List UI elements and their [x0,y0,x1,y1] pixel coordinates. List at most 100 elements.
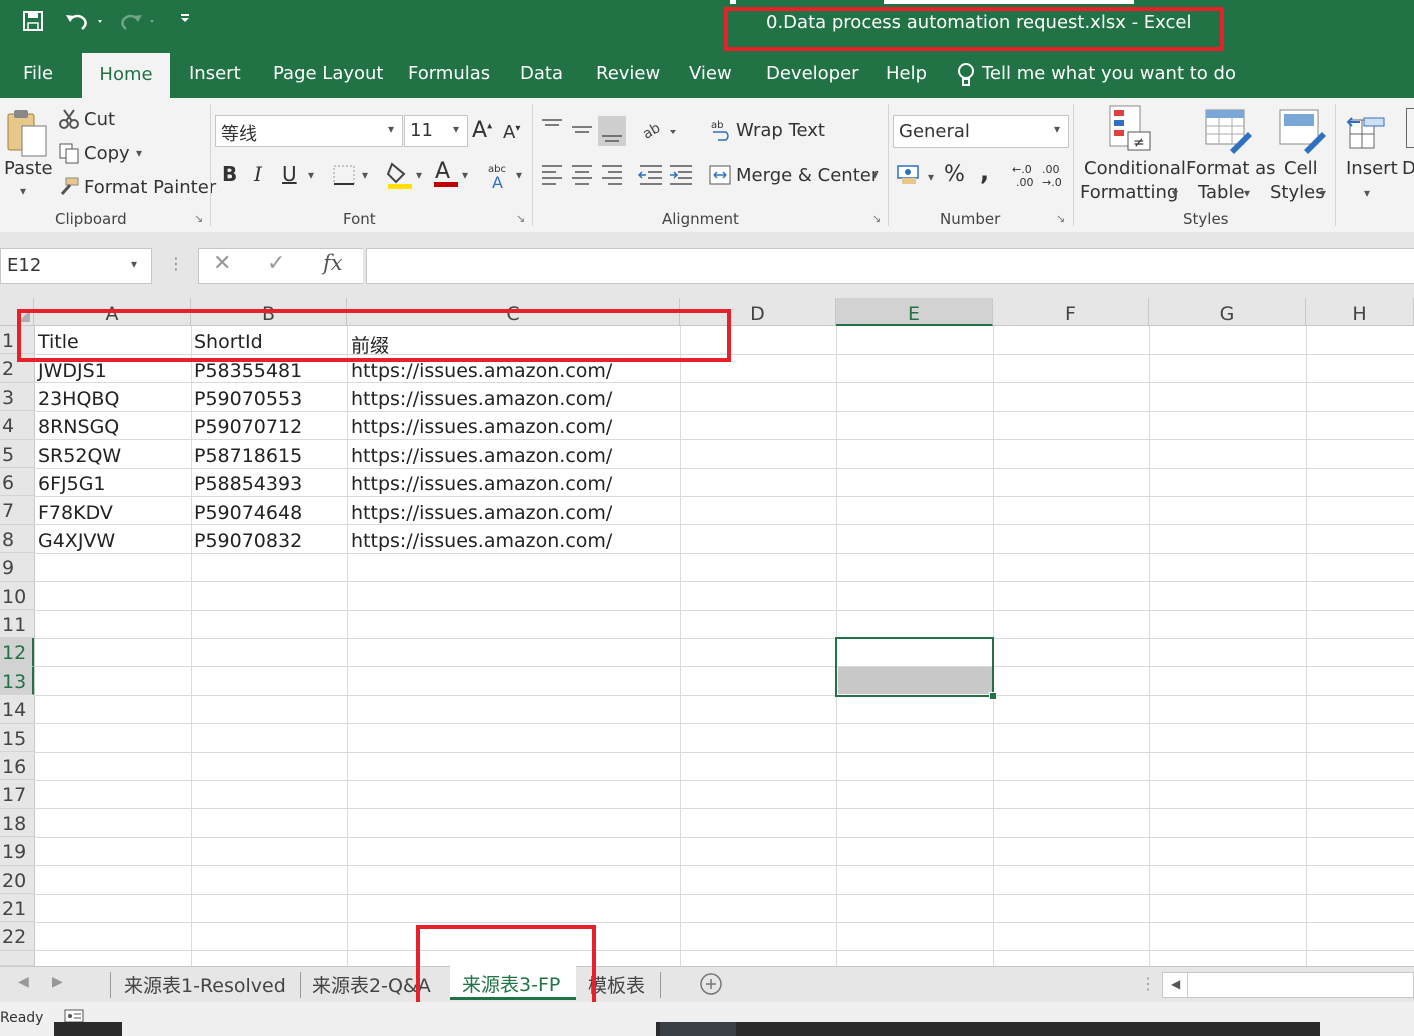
row-header[interactable]: 11 [0,610,34,639]
row-header[interactable]: 9 [0,553,34,582]
row-header[interactable]: 16 [0,752,34,781]
font-color-icon[interactable]: A [432,158,460,194]
menu-developer[interactable]: Developer [766,63,859,84]
row-header[interactable]: 14 [0,695,34,724]
insert-cells-icon[interactable] [1346,106,1392,156]
menu-view[interactable]: View [689,63,732,84]
cell-b8[interactable]: P59070832 [194,530,302,552]
align-top-icon[interactable] [540,114,626,150]
number-format-dropdown-icon[interactable]: ▾ [1054,122,1060,136]
scroll-left-icon[interactable]: ◀ [1171,977,1180,991]
paste-icon[interactable] [6,108,48,162]
cell-b4[interactable]: P59070712 [194,416,302,438]
menu-formulas[interactable]: Formulas [408,63,490,84]
row-header[interactable]: 8 [0,524,34,554]
cell-b3[interactable]: P59070553 [194,388,302,410]
save-icon[interactable] [22,10,44,37]
conditional-formatting-icon[interactable]: ≠ [1106,104,1154,158]
column-header-g[interactable]: G [1149,298,1306,326]
add-sheet-icon[interactable] [698,971,724,1001]
underline-button[interactable]: U [282,162,297,186]
row-header[interactable]: 6 [0,468,34,497]
menu-home[interactable]: Home [82,53,170,99]
insert-cells-button[interactable]: Insert [1346,158,1398,179]
format-as-table-button[interactable]: Format as [1186,158,1276,179]
paste-dropdown-icon[interactable]: ▾ [20,184,26,198]
fill-handle[interactable] [989,692,997,700]
row-header-selected[interactable]: 13 [0,666,34,696]
row-header[interactable]: 18 [0,808,34,838]
column-header-h[interactable]: H [1306,298,1414,326]
row-header[interactable]: 22 [0,922,34,951]
customize-qat-icon[interactable] [178,6,192,31]
phonetic-icon[interactable]: abc A [486,162,510,194]
row-header[interactable]: 17 [0,780,34,809]
row-header-selected[interactable]: 12 [0,638,34,667]
row-header[interactable]: 21 [0,894,34,923]
cell-b2[interactable]: P58355481 [194,360,302,382]
conditional-formatting-button[interactable]: Conditional [1084,158,1186,179]
menu-page-layout[interactable]: Page Layout [273,63,384,84]
cancel-entry-icon[interactable]: ✕ [213,251,231,276]
redo-icon[interactable] [116,10,156,37]
delete-cells-icon[interactable] [1406,108,1414,148]
column-header-e[interactable]: E [836,298,993,326]
cell-c3[interactable]: https://issues.amazon.com/ [351,388,612,410]
name-box[interactable]: E12 ▾ [0,248,152,284]
cell-a2[interactable]: JWDJS1 [38,360,107,382]
cell-a3[interactable]: 23HQBQ [38,388,119,410]
cell-a6[interactable]: 6FJ5G1 [38,473,106,495]
cell-b6[interactable]: P58854393 [194,473,302,495]
row-header[interactable]: 10 [0,581,34,610]
wrap-text-icon[interactable]: ab [710,118,732,146]
row-header[interactable]: 3 [0,382,34,412]
font-color-dropdown-icon[interactable]: ▾ [462,168,468,182]
underline-dropdown-icon[interactable]: ▾ [308,168,314,182]
paste-button[interactable]: Paste [4,158,53,179]
cell-c6[interactable]: https://issues.amazon.com/ [351,473,612,495]
sheet-tab-2[interactable]: 来源表2-Q&A [312,971,431,998]
insert-function-button[interactable]: fx [323,251,343,275]
cell-styles-dropdown-icon[interactable]: ▾ [1320,186,1326,200]
cell-b5[interactable]: P58718615 [194,445,302,467]
format-painter-button[interactable]: Format Painter [84,177,216,198]
cell-a4[interactable]: 8RNSGQ [38,416,119,438]
cell-c5[interactable]: https://issues.amazon.com/ [351,445,612,467]
copy-icon[interactable] [58,142,80,168]
conditional-dropdown-icon[interactable]: ▾ [1172,186,1178,200]
cell-a5[interactable]: SR52QW [38,445,121,467]
merge-center-icon[interactable] [708,164,732,190]
sheet-tab-4[interactable]: 模板表 [588,971,645,998]
bold-button[interactable]: B [222,162,237,186]
cell-styles-icon[interactable] [1276,104,1326,158]
increase-decimal-icon[interactable]: ←.0.00.00 →.0 [1010,162,1070,194]
cell-c2[interactable]: https://issues.amazon.com/ [351,360,612,382]
cut-icon[interactable] [58,108,80,134]
wrap-text-button[interactable]: Wrap Text [736,120,825,141]
menu-help[interactable]: Help [886,63,927,84]
menu-data[interactable]: Data [520,63,563,84]
accounting-format-icon[interactable] [896,164,922,190]
format-as-table-icon[interactable] [1202,104,1252,158]
borders-icon[interactable] [332,164,356,190]
number-launcher-icon[interactable]: ↘ [1056,212,1065,225]
font-name-dropdown-icon[interactable]: ▾ [388,122,394,136]
merge-dropdown-icon[interactable]: ▾ [872,168,878,182]
column-header-f[interactable]: F [993,298,1149,326]
alignment-launcher-icon[interactable]: ↘ [872,212,881,225]
percent-button[interactable]: % [944,162,965,187]
orientation-icon[interactable]: ab [640,118,680,146]
horizontal-scrollbar[interactable]: ◀ [1162,972,1414,998]
cell-b7[interactable]: P59074648 [194,502,302,524]
merge-center-button[interactable]: Merge & Center [736,165,878,186]
row-header[interactable]: 4 [0,411,34,440]
number-format-box[interactable]: General ▾ [893,115,1069,148]
tell-me-search[interactable]: Tell me what you want to do [982,63,1236,84]
undo-icon[interactable] [64,10,104,37]
italic-button[interactable]: I [254,162,262,186]
font-name-box[interactable]: 等线 ▾ [215,115,403,147]
phonetic-dropdown-icon[interactable]: ▾ [516,168,522,182]
confirm-entry-icon[interactable]: ✓ [267,251,285,276]
copy-dropdown-icon[interactable]: ▾ [136,146,142,160]
accounting-dropdown-icon[interactable]: ▾ [928,170,934,184]
